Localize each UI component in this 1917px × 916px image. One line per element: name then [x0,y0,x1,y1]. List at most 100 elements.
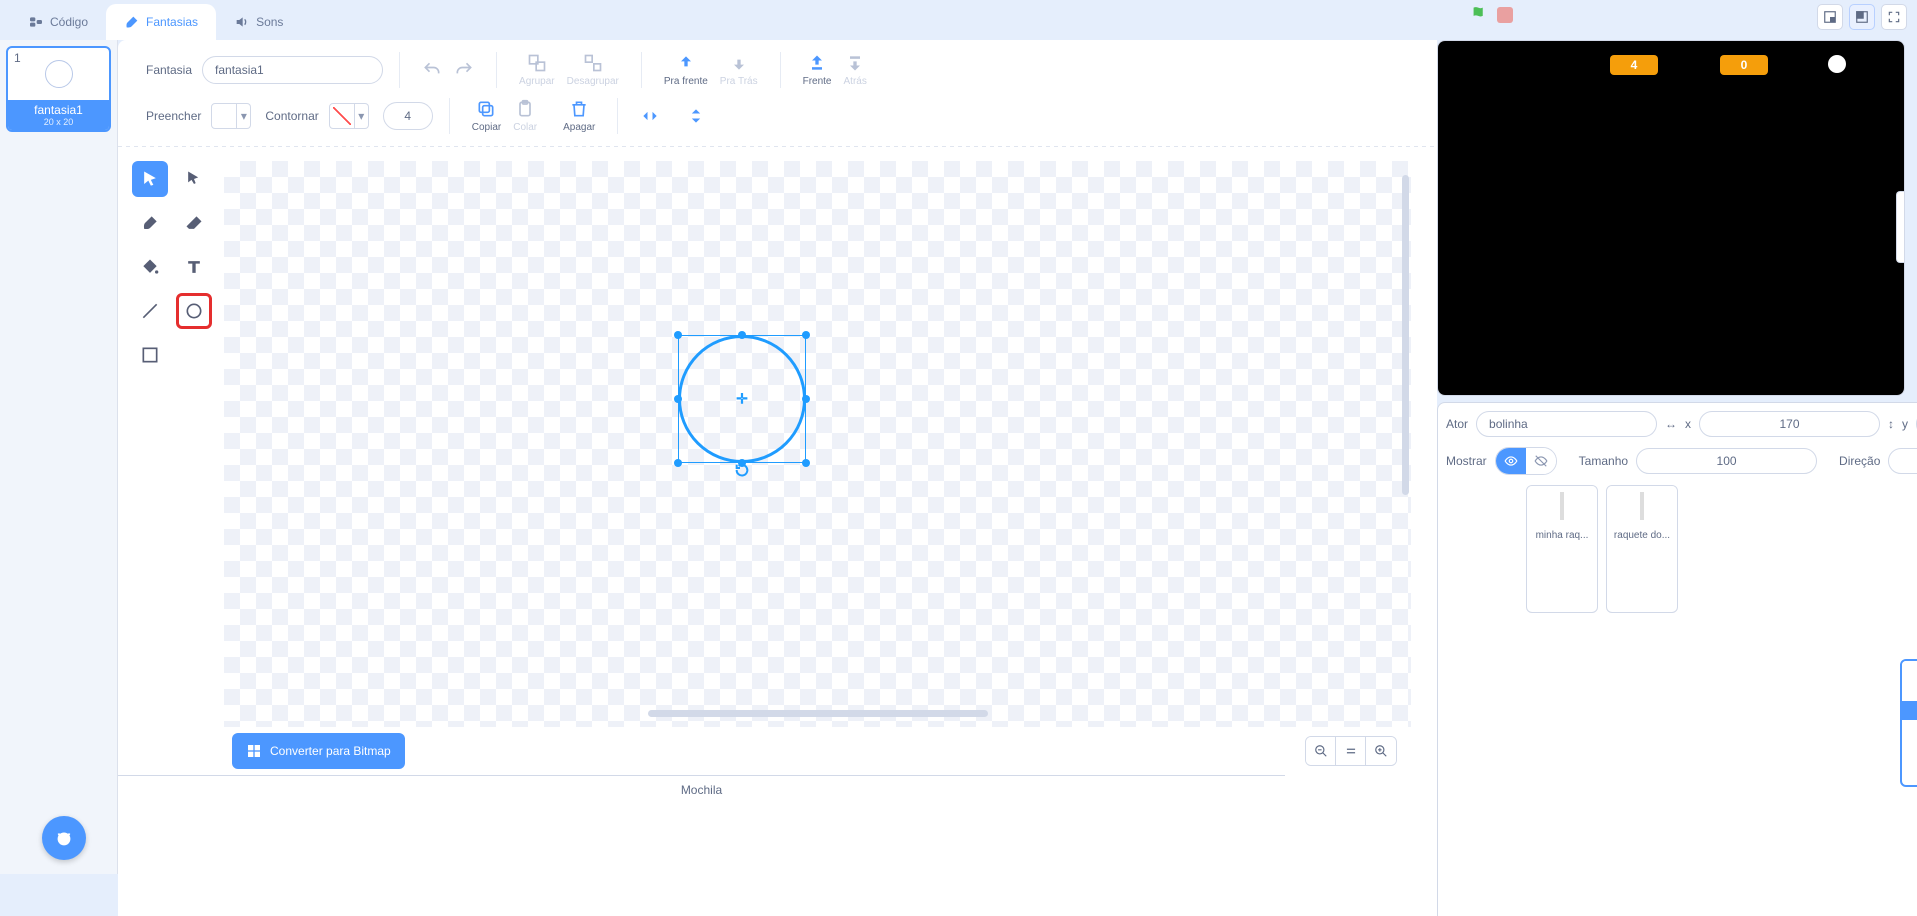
green-flag-button[interactable] [1469,4,1491,26]
pointer-icon [140,169,160,189]
chevron-down-icon: ▾ [355,103,369,129]
x-label: x [1685,417,1691,431]
costume-name-label: Fantasia [146,63,192,77]
score-right: 0 [1720,55,1768,75]
resize-handle[interactable] [802,459,810,467]
size-input[interactable] [1636,448,1817,474]
vertical-scrollbar[interactable] [1402,175,1409,495]
costume-name-input[interactable] [202,56,383,84]
paint-canvas[interactable]: ✛ [224,161,1411,727]
rotate-handle[interactable] [734,462,750,481]
resize-handle[interactable] [802,395,810,403]
costume-list: 1 fantasia1 20 x 20 [0,40,118,874]
redo-icon [454,60,474,80]
horizontal-scrollbar[interactable] [648,710,988,717]
add-costume-button[interactable] [42,816,86,860]
fill-tool[interactable] [132,249,168,285]
zoom-in-icon [1374,744,1388,758]
circle-icon [45,60,73,88]
reshape-icon [184,169,204,189]
stage-preview[interactable]: 4 0 [1437,40,1905,396]
tab-costumes[interactable]: Fantasias [106,4,216,40]
bucket-icon [140,257,160,277]
size-label: Tamanho [1579,454,1628,468]
undo-button[interactable] [416,58,448,82]
sprite-name-input[interactable] [1476,411,1657,437]
paste-button[interactable]: Colar [507,97,543,135]
redo-button[interactable] [448,58,480,82]
rectangle-tool[interactable] [132,337,168,373]
sprite-name: minha raq... [1527,526,1597,545]
x-input[interactable] [1699,411,1880,437]
hide-button[interactable] [1526,448,1556,474]
fullscreen-button[interactable] [1881,4,1907,30]
chevron-down-icon: ▾ [237,103,251,129]
costume-thumb[interactable]: 1 fantasia1 20 x 20 [6,46,111,132]
paddle-icon [1640,492,1644,520]
large-stage-button[interactable] [1849,4,1875,30]
sprite-item[interactable]: minha raq... [1526,485,1598,613]
resize-handle[interactable] [674,459,682,467]
sprite-item[interactable]: raquete do... [1606,485,1678,613]
flip-h-icon [640,106,660,126]
selection-box[interactable]: ✛ [678,335,806,463]
stop-button[interactable] [1497,7,1513,23]
fill-swatch [211,103,237,129]
backpack-bar[interactable]: Mochila [118,775,1285,803]
zoom-reset-button[interactable] [1336,737,1366,765]
forward-button[interactable]: Pra frente [658,51,714,89]
checkerboard-bg [224,161,1411,727]
resize-handle[interactable] [674,331,682,339]
flip-horizontal-button[interactable] [634,104,666,128]
xy-icon: ↔ [1665,417,1677,431]
brush-icon [124,14,140,30]
tab-sounds[interactable]: Sons [216,4,301,40]
tab-label: Sons [256,15,283,29]
flip-vertical-button[interactable] [680,104,712,128]
copy-button[interactable]: Copiar [466,97,507,135]
circle-icon [184,301,204,321]
outline-color-picker[interactable]: ▾ [329,103,369,129]
show-button[interactable] [1496,448,1526,474]
zoom-controls [1305,736,1397,766]
eye-icon [1504,454,1518,468]
select-tool[interactable] [132,161,168,197]
costume-size: 20 x 20 [8,117,109,127]
brush-tool[interactable] [132,205,168,241]
outline-width-input[interactable] [383,102,433,130]
group-button[interactable]: Agrupar [513,51,561,89]
delete-button[interactable]: Apagar [557,97,601,135]
tab-code[interactable]: Código [10,4,106,40]
zoom-out-button[interactable] [1306,737,1336,765]
costume-name: fantasia1 [8,103,109,117]
rotate-icon [734,462,750,478]
resize-handle[interactable] [674,395,682,403]
back-button[interactable]: Atrás [838,51,873,89]
equals-icon [1344,744,1358,758]
resize-handle[interactable] [802,331,810,339]
line-tool[interactable] [132,293,168,329]
sprite-item[interactable]: bolinha [1900,659,1917,787]
small-stage-button[interactable] [1817,4,1843,30]
code-icon [28,14,44,30]
ungroup-button[interactable]: Desagrupar [561,51,625,89]
text-tool[interactable] [176,249,212,285]
tab-label: Fantasias [146,15,198,29]
circle-tool[interactable] [176,293,212,329]
paint-editor: Fantasia Agrupar Desagrupar Pra frente P… [118,40,1437,916]
resize-handle[interactable] [738,331,746,339]
eraser-tool[interactable] [176,205,212,241]
zoom-out-icon [1314,744,1328,758]
direction-input[interactable] [1888,448,1917,474]
fill-label: Preencher [146,109,201,123]
reshape-tool[interactable] [176,161,212,197]
fill-color-picker[interactable]: ▾ [211,103,251,129]
small-stage-icon [1823,10,1837,24]
y-icon: ↕ [1888,417,1894,431]
front-button[interactable]: Frente [797,51,838,89]
visibility-toggle [1495,447,1557,475]
front-icon [807,53,827,73]
zoom-in-button[interactable] [1366,737,1396,765]
convert-bitmap-button[interactable]: Converter para Bitmap [232,733,405,769]
backward-button[interactable]: Pra Trás [714,51,764,89]
